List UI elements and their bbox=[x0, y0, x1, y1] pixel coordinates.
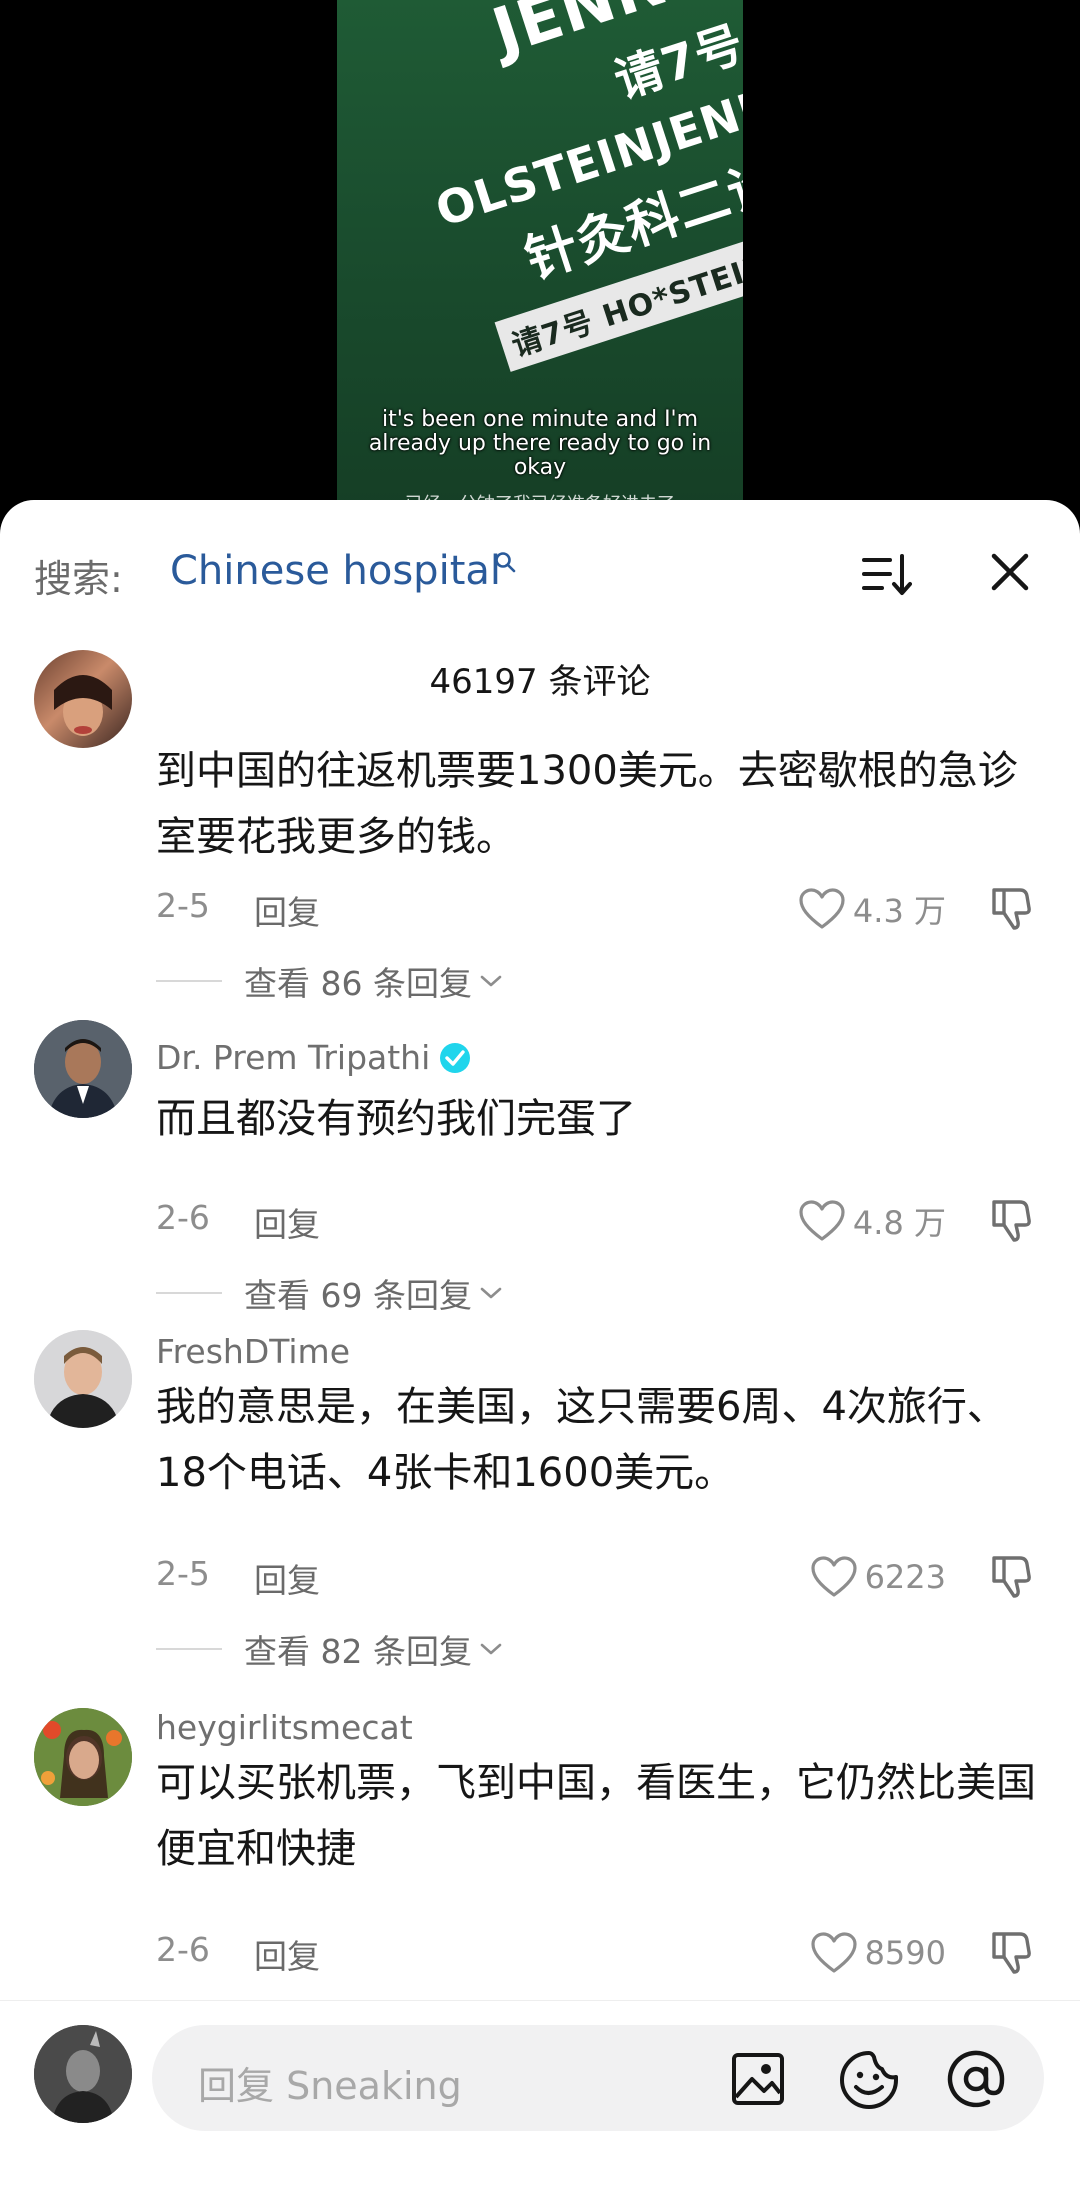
comment-meta: 2-5 回复 6223 bbox=[156, 1554, 1036, 1604]
comment-date: 2-6 bbox=[156, 1930, 210, 1969]
username-text: Dr. Prem Tripathi bbox=[156, 1038, 431, 1077]
comment-input-placeholder: 回复 Sneaking bbox=[198, 2064, 462, 2108]
like-count: 4.8 万 bbox=[852, 1204, 946, 1242]
like-button[interactable]: 4.3 万 bbox=[799, 884, 946, 934]
like-button[interactable]: 6223 bbox=[810, 1552, 946, 1602]
heart-icon bbox=[799, 888, 845, 929]
chevron-down-icon bbox=[480, 1287, 502, 1299]
divider bbox=[156, 1648, 222, 1650]
comment-list: 到中国的往返机票要1300美元。去密歇根的急诊室要花我更多的钱。 2-5 回复 … bbox=[0, 650, 1080, 2008]
chevron-down-icon bbox=[480, 975, 502, 987]
comment-text: 到中国的往返机票要1300美元。去密歇根的急诊室要花我更多的钱。 bbox=[156, 748, 1018, 860]
avatar[interactable] bbox=[34, 1020, 132, 1118]
video-caption: it's been one minute and I'm already up … bbox=[368, 407, 712, 480]
like-count: 6223 bbox=[864, 1558, 946, 1596]
divider bbox=[156, 980, 222, 982]
avatar[interactable] bbox=[34, 1708, 132, 1806]
comment-text: 而且都没有预约我们完蛋了 bbox=[156, 1096, 636, 1142]
reply-button[interactable]: 回复 bbox=[254, 1930, 320, 1978]
verified-badge-icon bbox=[440, 1043, 471, 1073]
comment-date: 2-5 bbox=[156, 886, 210, 925]
avatar[interactable] bbox=[34, 1330, 132, 1428]
comment-input-bar: 回复 Sneaking bbox=[0, 2000, 1080, 2208]
comments-sheet: 搜索: Chinese hospital 46197 条评论 到中国的往返机票要… bbox=[0, 500, 1080, 2208]
view-replies-button[interactable]: 查看 82 条回复 bbox=[156, 1624, 502, 1674]
reply-button[interactable]: 回复 bbox=[254, 886, 320, 934]
dislike-icon[interactable] bbox=[986, 1194, 1036, 1244]
comment-username[interactable]: Dr. Prem Tripathi bbox=[156, 1038, 471, 1077]
comment-username[interactable]: FreshDTime bbox=[156, 1332, 350, 1371]
comment-meta: 2-6 回复 4.8 万 bbox=[156, 1198, 1036, 1248]
like-count: 4.3 万 bbox=[852, 892, 946, 930]
search-icon[interactable] bbox=[493, 550, 517, 574]
like-button[interactable]: 4.8 万 bbox=[799, 1196, 946, 1246]
video-area[interactable]: JENNIF 请7号 OLSTEINJENNIFE 针灸科二诊 请7号 HO*S… bbox=[0, 0, 1080, 560]
my-avatar[interactable] bbox=[34, 2025, 132, 2123]
close-icon[interactable] bbox=[988, 550, 1032, 594]
emoji-icon[interactable] bbox=[838, 2049, 900, 2111]
like-count: 8590 bbox=[864, 1934, 946, 1972]
comment-username[interactable]: heygirlitsmecat bbox=[156, 1708, 413, 1747]
heart-icon bbox=[810, 1556, 857, 1597]
search-term-link[interactable]: Chinese hospital bbox=[170, 548, 501, 594]
comment-count: 46197 条评论 bbox=[429, 662, 651, 702]
comment-date: 2-5 bbox=[156, 1554, 210, 1593]
dislike-icon[interactable] bbox=[986, 1550, 1036, 1600]
view-replies-label: 查看 86 条回复 bbox=[244, 964, 472, 1003]
like-button[interactable]: 8590 bbox=[810, 1928, 946, 1978]
heart-icon bbox=[810, 1932, 857, 1973]
comment-meta: 2-6 回复 8590 bbox=[156, 1930, 1036, 1980]
divider bbox=[156, 1292, 222, 1294]
view-replies-button[interactable]: 查看 69 条回复 bbox=[156, 1268, 502, 1318]
chevron-down-icon bbox=[480, 1643, 502, 1655]
view-replies-label: 查看 82 条回复 bbox=[244, 1632, 472, 1671]
sort-icon[interactable] bbox=[860, 550, 912, 598]
view-replies-button[interactable]: 查看 86 条回复 bbox=[156, 956, 502, 1006]
dislike-icon[interactable] bbox=[986, 1926, 1036, 1976]
search-bar: 搜索: Chinese hospital bbox=[0, 500, 1080, 640]
reply-button[interactable]: 回复 bbox=[254, 1198, 320, 1246]
comment-input[interactable]: 回复 Sneaking bbox=[152, 2025, 1044, 2131]
comment-date: 2-6 bbox=[156, 1198, 210, 1237]
avatar[interactable] bbox=[34, 650, 132, 748]
heart-icon bbox=[799, 1200, 845, 1241]
comment-meta: 2-5 回复 4.3 万 bbox=[156, 886, 1036, 936]
at-icon[interactable] bbox=[944, 2047, 1008, 2111]
comment-text: 可以买张机票，飞到中国，看医生，它仍然比美国便宜和快捷 bbox=[156, 1760, 1036, 1872]
dislike-icon[interactable] bbox=[986, 882, 1036, 932]
video-frame[interactable]: JENNIF 请7号 OLSTEINJENNIFE 针灸科二诊 请7号 HO*S… bbox=[337, 0, 743, 520]
view-replies-label: 查看 69 条回复 bbox=[244, 1276, 472, 1315]
image-icon[interactable] bbox=[730, 2051, 786, 2107]
search-label: 搜索: bbox=[34, 557, 123, 601]
reply-button[interactable]: 回复 bbox=[254, 1554, 320, 1602]
comment-text: 我的意思是，在美国，这只需要6周、4次旅行、18个电话、4张卡和1600美元。 bbox=[156, 1384, 1007, 1496]
